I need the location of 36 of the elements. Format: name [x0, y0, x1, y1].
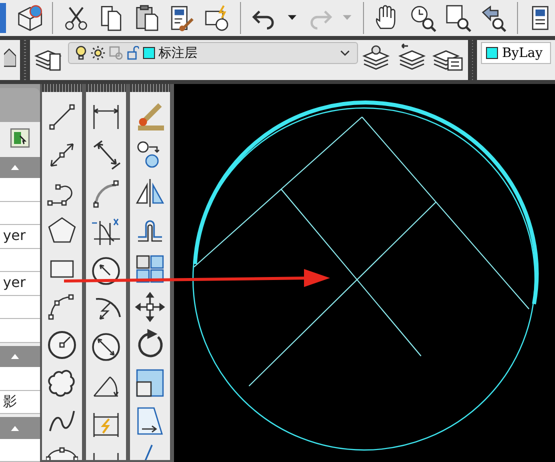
collapse-icon[interactable] [10, 424, 20, 432]
bulb-icon [74, 45, 86, 61]
property-row[interactable]: 影 [0, 390, 40, 414]
category-header[interactable] [0, 342, 40, 368]
viewport-freeze-icon [108, 46, 122, 60]
layer-previous-icon[interactable] [398, 42, 428, 72]
property-row[interactable]: yer [0, 225, 40, 249]
property-value: yer [2, 228, 26, 244]
color-dropdown[interactable]: ByLay [481, 42, 551, 64]
property-value: yer [2, 275, 26, 292]
collapse-icon[interactable] [10, 163, 20, 172]
category-header[interactable] [0, 154, 40, 178]
layer-name: 标注层 [158, 45, 198, 62]
unlock-icon [126, 46, 138, 60]
zoom-window-icon[interactable] [444, 3, 472, 33]
layer-dropdown[interactable]: 标注层 [68, 42, 358, 64]
palette-grip[interactable] [130, 84, 170, 92]
mirror-icon[interactable] [134, 177, 166, 209]
layer-color-swatch [142, 47, 154, 59]
quick-select-icon[interactable] [10, 128, 30, 148]
collapse-icon[interactable] [10, 352, 20, 360]
property-row[interactable]: yer [0, 272, 40, 296]
property-row[interactable] [0, 438, 40, 462]
array-icon[interactable] [134, 253, 166, 285]
sun-icon [90, 46, 104, 60]
category-header[interactable] [0, 414, 40, 439]
palette-grip[interactable] [42, 84, 82, 92]
zoom-previous-icon[interactable] [479, 3, 508, 33]
property-value: 影 [2, 392, 17, 411]
zoom-clock-icon[interactable] [408, 3, 438, 33]
scale-icon[interactable] [134, 367, 166, 399]
circle-icon[interactable] [46, 329, 78, 361]
radius-dimension-icon[interactable] [90, 255, 122, 287]
move-icon[interactable] [134, 291, 166, 323]
diameter-dimension-icon[interactable] [90, 331, 122, 363]
palette-grip[interactable] [86, 84, 126, 92]
